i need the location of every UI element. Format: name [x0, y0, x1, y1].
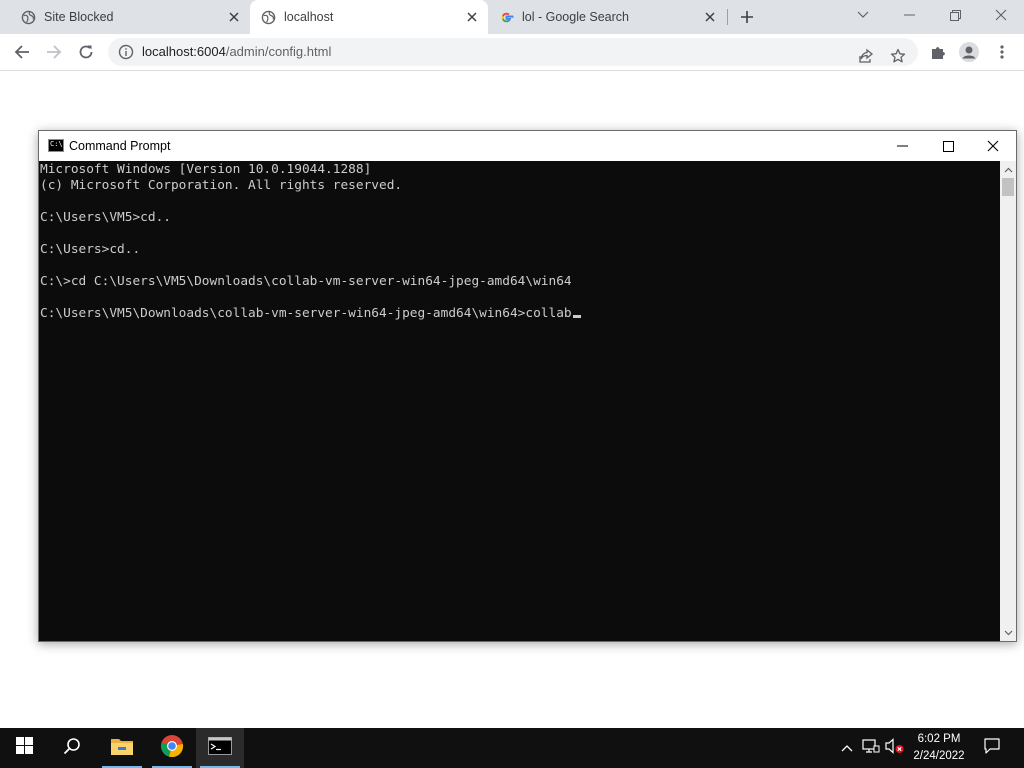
close-tab-icon[interactable] — [464, 9, 480, 25]
tab-separator — [727, 9, 728, 25]
reload-button[interactable] — [72, 38, 100, 66]
scrollbar-thumb[interactable] — [1002, 178, 1014, 196]
console-output[interactable]: Microsoft Windows [Version 10.0.19044.12… — [39, 161, 1000, 641]
console-scrollbar[interactable] — [1000, 161, 1016, 641]
windows-taskbar: 6:02 PM 2/24/2022 — [0, 728, 1024, 768]
text-cursor — [572, 315, 581, 318]
chrome-icon — [160, 734, 184, 763]
minimize-button[interactable] — [886, 0, 932, 30]
close-tab-icon[interactable] — [702, 9, 718, 25]
tab-search-button[interactable] — [840, 0, 886, 30]
taskbar-command-prompt[interactable] — [196, 728, 244, 768]
windows-start-icon — [15, 737, 33, 759]
clock-date: 2/24/2022 — [913, 750, 965, 762]
volume-button[interactable] — [884, 728, 906, 768]
taskbar-file-explorer[interactable] — [98, 728, 146, 768]
console-input[interactable]: collab — [525, 306, 571, 321]
share-icon[interactable] — [852, 42, 880, 70]
cmd-minimize-button[interactable] — [879, 131, 925, 161]
profile-avatar-icon[interactable] — [955, 38, 983, 66]
console-line: Microsoft Windows [Version 10.0.19044.12… — [40, 162, 372, 177]
site-info-icon[interactable] — [118, 44, 134, 60]
google-icon — [498, 9, 514, 25]
cmd-titlebar[interactable]: C:\ Command Prompt — [39, 131, 1016, 161]
forward-button[interactable] — [40, 38, 68, 66]
taskbar-chrome[interactable] — [148, 728, 196, 768]
network-icon — [862, 738, 880, 759]
search-icon — [63, 737, 81, 760]
command-prompt-icon: C:\ — [48, 139, 64, 152]
new-tab-button[interactable] — [736, 6, 758, 28]
console-line: C:\>cd C:\Users\VM5\Downloads\collab-vm-… — [40, 274, 572, 289]
taskbar-search-button[interactable] — [48, 728, 96, 768]
cmd-maximize-button[interactable] — [925, 131, 971, 161]
restore-button[interactable] — [932, 0, 978, 30]
start-button[interactable] — [0, 728, 48, 768]
chevron-up-icon — [841, 739, 853, 757]
browser-menu-icon[interactable] — [988, 38, 1016, 66]
globe-icon — [260, 9, 276, 25]
tab-label: localhost — [284, 10, 334, 24]
tab-label: Site Blocked — [44, 10, 114, 24]
browser-toolbar: localhost:6004/admin/config.html — [0, 34, 1024, 71]
system-clock[interactable]: 6:02 PM 2/24/2022 — [906, 731, 972, 765]
file-explorer-icon — [110, 736, 134, 761]
url-text: localhost:6004/admin/config.html — [142, 38, 331, 66]
back-button[interactable] — [8, 38, 36, 66]
volume-muted-icon — [885, 737, 905, 759]
tab-label: lol - Google Search — [522, 10, 630, 24]
url-host: localhost:6004 — [142, 44, 226, 59]
close-window-button[interactable] — [978, 0, 1024, 30]
notification-icon — [984, 737, 1000, 759]
action-center-button[interactable] — [974, 728, 1010, 768]
console-line: (c) Microsoft Corporation. All rights re… — [40, 178, 403, 193]
show-hidden-icons-button[interactable] — [836, 728, 858, 768]
cmd-window-title: Command Prompt — [69, 139, 171, 153]
close-tab-icon[interactable] — [226, 9, 242, 25]
extensions-icon[interactable] — [924, 38, 952, 66]
console-line: C:\Users\VM5>cd.. — [40, 210, 171, 225]
command-prompt-icon — [208, 736, 232, 760]
command-prompt-window[interactable]: C:\ Command Prompt Microsoft Windows [Ve… — [38, 130, 1017, 642]
address-bar[interactable]: localhost:6004/admin/config.html — [108, 38, 918, 66]
cmd-close-button[interactable] — [970, 131, 1016, 161]
globe-icon — [20, 9, 36, 25]
scroll-down-arrow-icon[interactable] — [1000, 624, 1016, 641]
scroll-up-arrow-icon[interactable] — [1000, 161, 1016, 178]
tab-localhost[interactable]: localhost — [250, 0, 488, 34]
bookmark-star-icon[interactable] — [884, 42, 912, 70]
tab-google-search[interactable]: lol - Google Search — [488, 0, 726, 34]
console-line: C:\Users>cd.. — [40, 242, 141, 257]
clock-time: 6:02 PM — [917, 733, 961, 745]
console-prompt: C:\Users\VM5\Downloads\collab-vm-server-… — [40, 306, 526, 321]
tab-site-blocked[interactable]: Site Blocked — [0, 0, 250, 34]
browser-tab-strip: Site Blocked localhost lol - Google Sear… — [0, 0, 1024, 34]
network-status-button[interactable] — [860, 728, 882, 768]
console-input-line[interactable]: C:\Users\VM5\Downloads\collab-vm-server-… — [40, 306, 1000, 322]
url-path: /admin/config.html — [225, 44, 332, 59]
